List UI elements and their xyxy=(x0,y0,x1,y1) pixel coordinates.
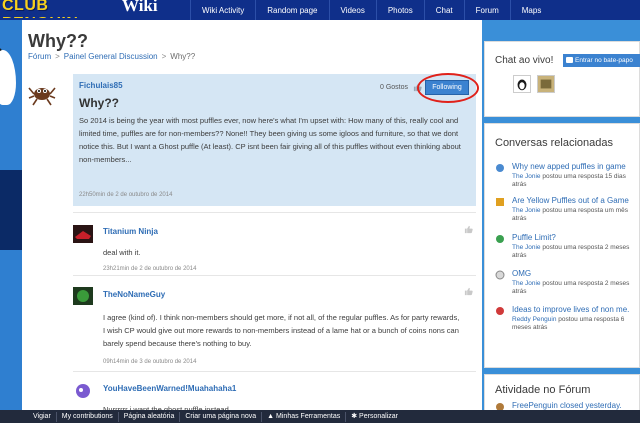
main-content: Why?? Fórum > Painel General Discussion > Wh… xyxy=(22,20,482,414)
conversation-author[interactable]: The Jonie xyxy=(512,173,541,180)
conversation-meta: Reddy Penguin postou uma resposta 6 mese… xyxy=(512,316,640,332)
chat-module-title: Chat ao vivo! xyxy=(495,55,554,66)
puffle-thumbnail-icon xyxy=(496,235,504,243)
op-timestamp[interactable]: 22h50min de 2 de outubro de 2014 xyxy=(79,192,172,198)
nav-chat[interactable]: Chat xyxy=(423,0,464,20)
breadcrumb-current: Why?? xyxy=(170,52,196,61)
toolbar-customize[interactable]: ✱ Personalizar xyxy=(345,411,403,422)
reply-item: YouHaveBeenWarned!Muahahaha1 Nurrrrrr i … xyxy=(73,371,476,414)
toolbar-watch[interactable]: Vigiar xyxy=(28,412,56,422)
breadcrumb-separator: > xyxy=(161,52,167,61)
conversation-meta: The Jonie postou uma resposta 2 meses at… xyxy=(512,244,640,260)
water-illustration xyxy=(0,170,22,250)
op-author-link[interactable]: Fichulais85 xyxy=(79,81,123,90)
reply-body: I agree (kind of). I think non-members s… xyxy=(103,313,460,348)
op-avatar[interactable] xyxy=(28,80,56,106)
original-post: Fichulais85 0 Gostos Following Why?? So … xyxy=(73,73,479,206)
conversation-title[interactable]: Ideas to improve lives of non me. xyxy=(512,305,629,314)
nav-videos[interactable]: Videos xyxy=(328,0,376,20)
conversation-meta: The Jonie postou uma resposta um mês atr… xyxy=(512,207,640,223)
nav-maps[interactable]: Maps xyxy=(509,0,553,20)
op-like-count: 0 Gostos xyxy=(380,84,409,91)
toolbar-my-contributions[interactable]: My contributions xyxy=(55,411,118,422)
reply-timestamp[interactable]: 09h14min de 3 de outubro de 2014 xyxy=(103,359,196,365)
activity-title[interactable]: FreePenguin closed yesterday. xyxy=(512,401,622,410)
forum-activity-module: Atividade no Fórum FreePenguin closed ye… xyxy=(484,374,640,414)
conversation-author[interactable]: Reddy Penguin xyxy=(512,316,556,323)
conversation-title[interactable]: OMG xyxy=(512,269,531,278)
op-body: So 2014 is being the year with most puff… xyxy=(79,116,461,164)
conversation-author[interactable]: The Jonie xyxy=(512,244,541,251)
reply-timestamp[interactable]: 23h21min de 2 de outubro de 2014 xyxy=(103,266,196,272)
reply-item: TheNoNameGuy I agree (kind of). I think … xyxy=(73,275,476,371)
puffle-thumbnail-icon xyxy=(495,270,505,280)
logo-text: CLUB PENGUIN xyxy=(2,0,78,18)
nav-forum[interactable]: Forum xyxy=(463,0,510,20)
related-conversations-title: Conversas relacionadas xyxy=(495,137,614,149)
top-bar: CLUB PENGUIN Wiki Wiki Activity Random p… xyxy=(0,0,640,20)
puffle-thumbnail-icon xyxy=(496,307,504,315)
puffle-thumbnail-icon xyxy=(496,198,504,206)
join-chat-label: Entrar no bate-papo xyxy=(575,57,633,64)
related-conversations-module: Conversas relacionadas Why new apped puf… xyxy=(484,123,640,368)
nav-wiki-activity[interactable]: Wiki Activity xyxy=(190,0,255,20)
conversation-author[interactable]: The Jonie xyxy=(512,207,541,214)
puffle-thumbnail-icon xyxy=(496,164,504,172)
reply-author-link[interactable]: TheNoNameGuy xyxy=(103,290,165,299)
forum-activity-title: Atividade no Fórum xyxy=(495,384,591,396)
conversation-title[interactable]: Are Yellow Puffles out of a Game xyxy=(512,196,629,205)
thumbs-up-icon[interactable] xyxy=(464,225,473,234)
op-title: Why?? xyxy=(79,96,119,110)
chat-user-avatar[interactable] xyxy=(537,75,555,93)
club-penguin-logo[interactable]: CLUB PENGUIN xyxy=(0,0,118,18)
reply-avatar[interactable] xyxy=(73,382,93,400)
conversation-meta: The Jonie postou uma resposta 15 dias at… xyxy=(512,173,640,189)
bottom-toolbar: Vigiar My contributions Página aleatória… xyxy=(0,410,640,423)
reply-avatar[interactable] xyxy=(73,287,93,305)
toolbar-my-tools[interactable]: ▲ Minhas Ferramentas xyxy=(261,411,345,422)
breadcrumb-forum[interactable]: Fórum xyxy=(28,52,51,61)
conversation-meta: The Jonie postou uma resposta 2 meses at… xyxy=(512,280,640,296)
reply-body: deal with it. xyxy=(103,248,141,257)
join-chat-button[interactable]: Entrar no bate-papo xyxy=(563,54,640,67)
thumbs-up-icon[interactable] xyxy=(464,287,473,296)
nav-random-page[interactable]: Random page xyxy=(255,0,328,20)
nav-photos[interactable]: Photos xyxy=(375,0,424,20)
conversation-author[interactable]: The Jonie xyxy=(512,280,541,287)
breadcrumb-board[interactable]: Painel General Discussion xyxy=(64,52,158,61)
chat-module: Chat ao vivo! Entrar no bate-papo xyxy=(484,41,640,117)
toolbar-create-page[interactable]: Criar uma página nova xyxy=(179,411,261,422)
right-rail: Chat ao vivo! Entrar no bate-papo Conver… xyxy=(482,20,640,414)
chat-user-avatar[interactable] xyxy=(513,75,531,93)
highlight-annotation-ring xyxy=(417,73,479,103)
reply-avatar[interactable] xyxy=(73,225,93,243)
breadcrumb: Fórum > Painel General Discussion > Why?? xyxy=(28,52,195,61)
reply-author-link[interactable]: YouHaveBeenWarned!Muahahaha1 xyxy=(103,384,236,393)
conversation-title[interactable]: Puffle Limit? xyxy=(512,233,556,242)
wiki-logo-text[interactable]: Wiki xyxy=(122,0,158,16)
background-scenery xyxy=(0,20,22,410)
reply-item: Titanium Ninja deal with it. 23h21min de… xyxy=(73,212,476,272)
reply-author-link[interactable]: Titanium Ninja xyxy=(103,227,158,236)
toolbar-random-page[interactable]: Página aleatória xyxy=(117,411,180,422)
main-nav: Wiki Activity Random page Videos Photos … xyxy=(190,0,552,20)
chat-bubble-icon xyxy=(566,57,573,63)
breadcrumb-separator: > xyxy=(55,52,60,61)
penguin-belly-illustration xyxy=(0,50,16,105)
conversation-title[interactable]: Why new apped puffles in game xyxy=(512,162,626,171)
page-title: Why?? xyxy=(28,31,88,51)
